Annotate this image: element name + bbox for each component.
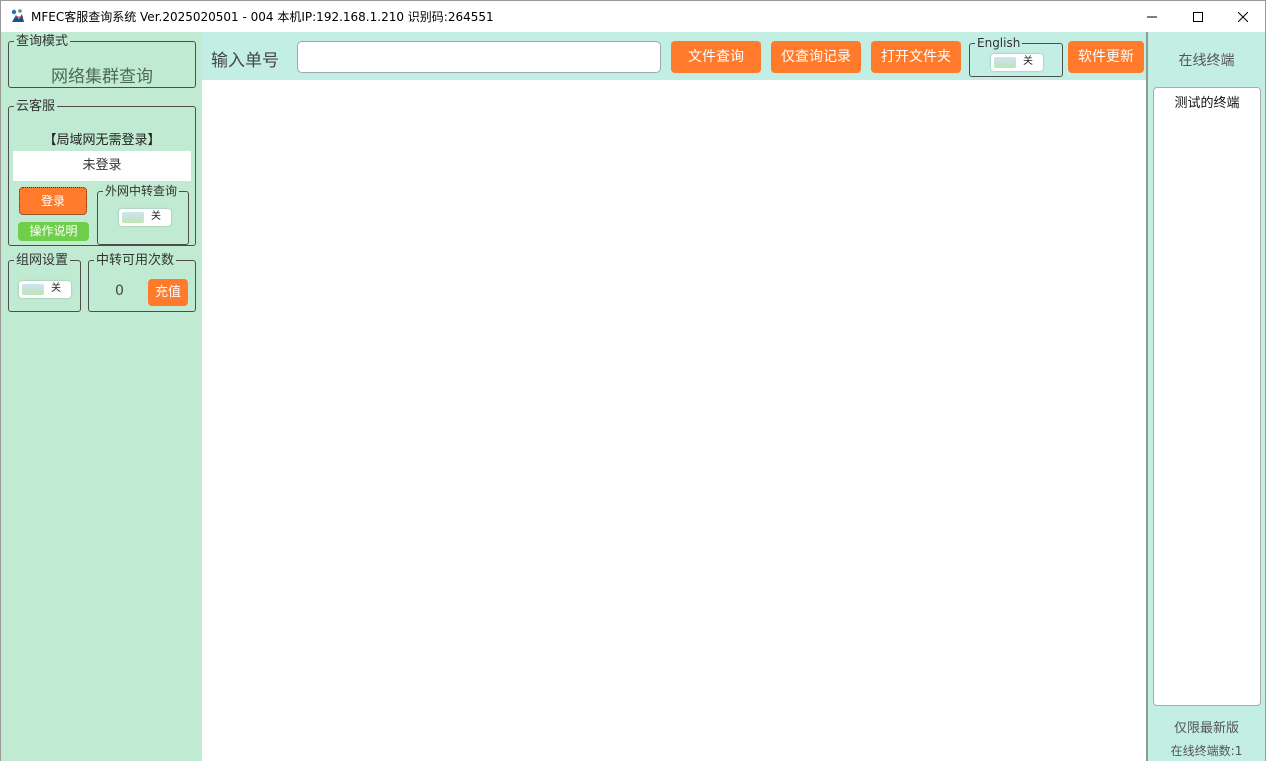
file-query-button[interactable]: 文件查询 xyxy=(671,41,761,73)
network-setting-legend: 组网设置 xyxy=(16,253,69,268)
maximize-icon xyxy=(1193,11,1203,22)
relay-query-group: 外网中转查询 关 xyxy=(97,185,189,245)
order-number-input[interactable] xyxy=(297,41,661,73)
login-button[interactable]: 登录 xyxy=(19,187,87,215)
relay-count-value: 0 xyxy=(115,283,124,299)
software-update-button[interactable]: 软件更新 xyxy=(1068,41,1144,73)
query-mode-group: 查询模式 网络集群查询 xyxy=(8,35,196,88)
login-status: 未登录 xyxy=(13,151,191,181)
online-terminal-count: 在线终端数:1 xyxy=(1170,744,1243,758)
list-item[interactable]: 测试的终端 xyxy=(1154,92,1260,111)
english-group: English 关 xyxy=(969,37,1063,77)
toggle-knob xyxy=(122,212,144,223)
help-button[interactable]: 操作说明 xyxy=(18,222,89,241)
english-toggle[interactable]: 关 xyxy=(991,54,1043,71)
cloud-service-legend: 云客服 xyxy=(16,99,56,114)
minimize-button[interactable] xyxy=(1129,1,1175,32)
close-button[interactable] xyxy=(1220,1,1266,32)
network-setting-group: 组网设置 关 xyxy=(8,254,81,312)
relay-query-toggle[interactable]: 关 xyxy=(119,209,171,226)
toggle-label: 关 xyxy=(151,211,161,222)
result-area xyxy=(202,80,1146,761)
cloud-service-group: 云客服 【局域网无需登录】 未登录 登录 操作说明 外网中转查询 关 xyxy=(8,100,196,246)
maximize-button[interactable] xyxy=(1175,1,1221,32)
recharge-button[interactable]: 充值 xyxy=(148,279,188,306)
toggle-label: 关 xyxy=(1023,56,1033,67)
terminal-list[interactable]: 测试的终端 xyxy=(1153,87,1261,706)
order-label: 输入单号 xyxy=(211,51,279,71)
relay-count-legend: 中转可用次数 xyxy=(96,253,175,268)
network-setting-toggle[interactable]: 关 xyxy=(19,281,71,298)
open-folder-button[interactable]: 打开文件夹 xyxy=(871,41,961,73)
lan-note: 【局域网无需登录】 xyxy=(43,133,161,148)
right-panel: 在线终端 测试的终端 仅限最新版 在线终端数:1 xyxy=(1148,32,1265,761)
relay-count-group: 中转可用次数 0 充值 xyxy=(88,254,196,312)
minimize-icon xyxy=(1147,16,1157,17)
record-query-button[interactable]: 仅查询记录 xyxy=(771,41,861,73)
toolbar: 输入单号 文件查询 仅查询记录 打开文件夹 English 关 软件更新 xyxy=(202,32,1146,80)
query-mode-value[interactable]: 网络集群查询 xyxy=(9,62,195,87)
left-panel: 查询模式 网络集群查询 云客服 【局域网无需登录】 未登录 登录 操作说明 外网… xyxy=(1,32,202,761)
app-window: MFEC客服查询系统 Ver.2025020501 - 004 本机IP:192… xyxy=(0,0,1266,761)
online-terminals-title: 在线终端 xyxy=(1178,53,1235,69)
toggle-knob xyxy=(994,57,1016,68)
app-logo-icon xyxy=(11,9,24,22)
relay-query-legend: 外网中转查询 xyxy=(105,184,178,198)
query-mode-legend: 查询模式 xyxy=(16,34,69,49)
english-legend: English xyxy=(977,36,1021,50)
close-icon xyxy=(1238,11,1248,22)
latest-version-note: 仅限最新版 xyxy=(1173,721,1239,736)
toggle-label: 关 xyxy=(51,283,61,294)
window-title: MFEC客服查询系统 Ver.2025020501 - 004 本机IP:192… xyxy=(31,10,494,24)
title-bar: MFEC客服查询系统 Ver.2025020501 - 004 本机IP:192… xyxy=(1,1,1265,32)
toggle-knob xyxy=(22,284,44,295)
